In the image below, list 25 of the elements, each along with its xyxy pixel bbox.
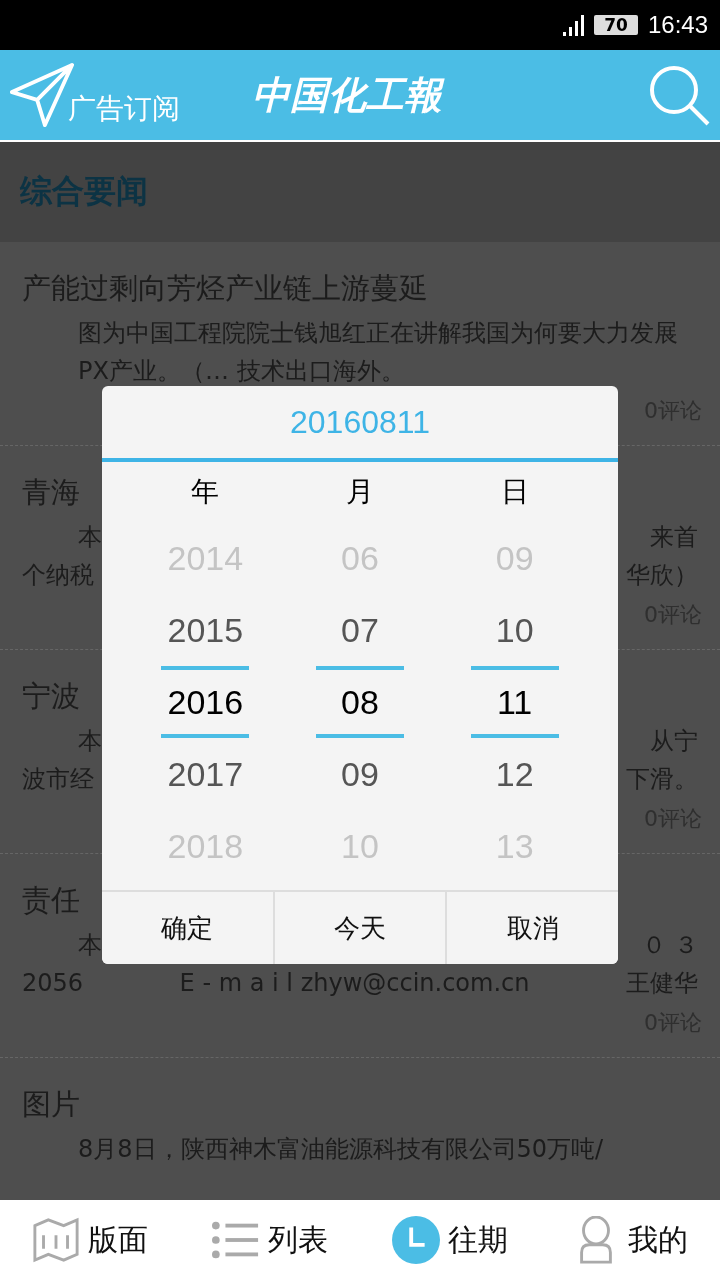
- dialog-button[interactable]: 确定: [102, 892, 275, 964]
- dialog-title: 20160811: [290, 403, 430, 441]
- column-header: 月: [346, 474, 374, 510]
- clock-time: 16:43: [647, 11, 708, 39]
- picker-value[interactable]: 2015: [161, 594, 250, 666]
- battery-indicator: 70: [594, 15, 638, 35]
- picker-value[interactable]: 2016: [161, 666, 250, 738]
- nav-tab[interactable]: 往期: [448, 1219, 508, 1261]
- signal-icon: [562, 14, 585, 36]
- picker-value[interactable]: 08: [316, 666, 404, 738]
- picker-value[interactable]: 10: [470, 594, 559, 666]
- nav-tab[interactable]: 我的: [628, 1219, 688, 1261]
- column-header: 日: [500, 474, 529, 510]
- picker-value[interactable]: 09: [316, 738, 404, 810]
- picker-value[interactable]: 07: [316, 594, 404, 666]
- map-icon[interactable]: [32, 1216, 80, 1264]
- picker-value[interactable]: 12: [470, 738, 559, 810]
- column-header: 年: [191, 474, 220, 510]
- picker-value[interactable]: 11: [470, 666, 559, 738]
- clock-icon[interactable]: [392, 1216, 440, 1264]
- search-icon[interactable]: [648, 64, 710, 126]
- nav-tab[interactable]: 列表: [268, 1219, 328, 1261]
- nav-tab[interactable]: 版面: [88, 1219, 148, 1261]
- newspaper-logo: 中国化工報: [252, 69, 648, 121]
- picker-value[interactable]: 2017: [161, 738, 250, 810]
